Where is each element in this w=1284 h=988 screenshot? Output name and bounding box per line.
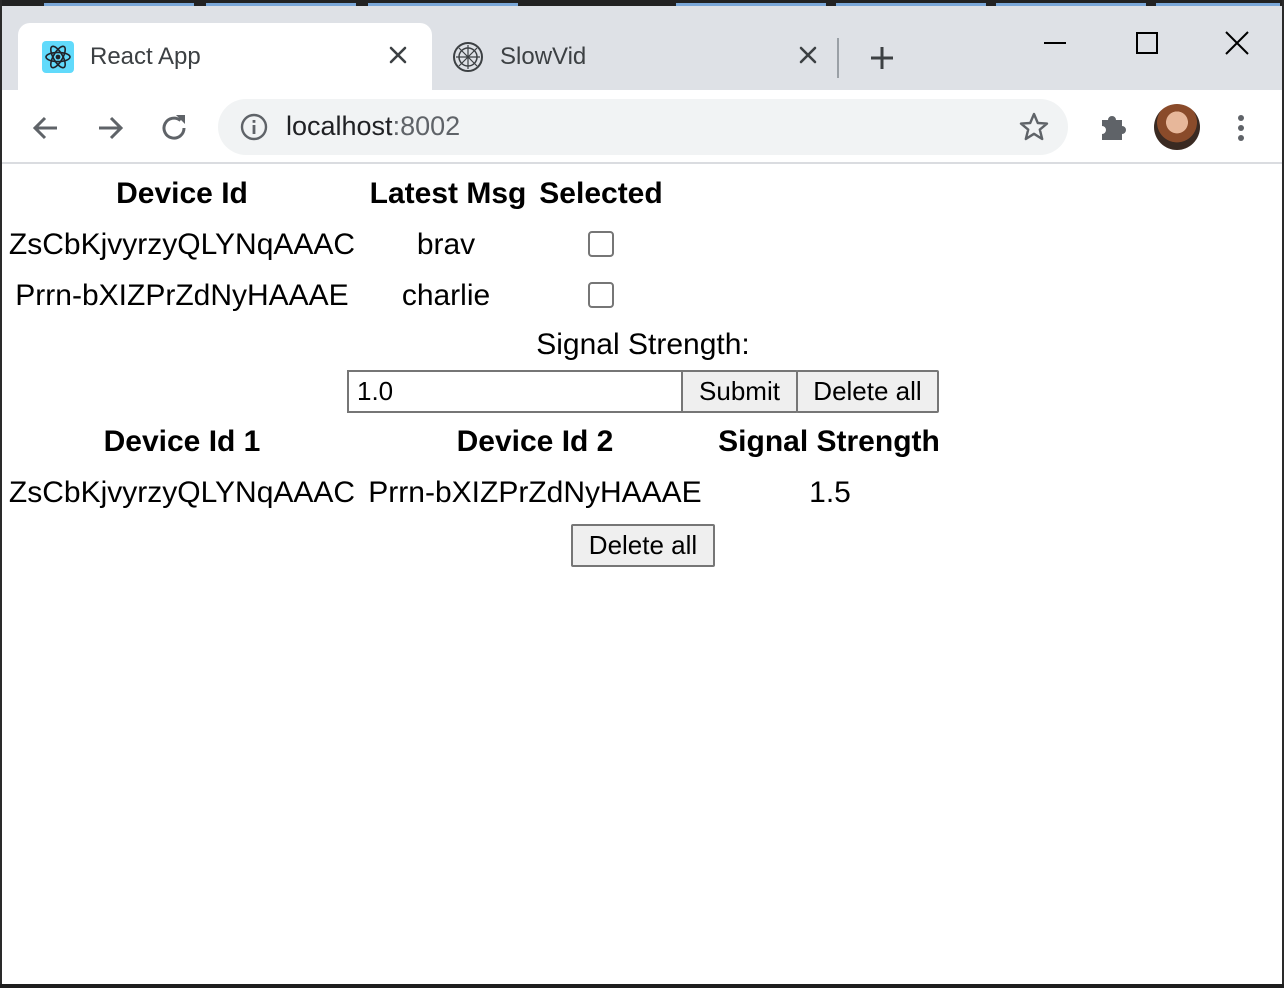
close-tab-icon[interactable] <box>384 41 412 69</box>
slowvid-icon <box>452 41 484 73</box>
header-signal-strength: Signal Strength <box>718 425 940 458</box>
browser-toolbar: localhost:8002 <box>2 90 1282 164</box>
tab-react-app[interactable]: React App <box>18 23 432 90</box>
latest-msg-cell: charlie <box>401 279 491 312</box>
profile-avatar[interactable] <box>1154 104 1200 150</box>
header-latest-msg: Latest Msg <box>369 177 527 210</box>
tab-title: SlowVid <box>500 43 587 70</box>
minimize-button[interactable] <box>1032 20 1078 66</box>
window-left-edge <box>0 0 2 988</box>
pair-device-id-2-cell: Prrn-bXIZPrZdNyHAAAE <box>368 476 702 509</box>
tab-separator <box>837 38 839 78</box>
close-tab-icon[interactable] <box>794 41 822 69</box>
bookmark-star-icon[interactable] <box>1018 111 1050 143</box>
tab-bar: React App SlowVid <box>2 6 1282 90</box>
desktop-bottom-strip <box>0 984 1284 988</box>
address-bar[interactable]: localhost:8002 <box>218 99 1068 155</box>
kebab-menu-icon[interactable] <box>1226 108 1256 148</box>
page-content: Device Id Latest Msg Selected ZsCbKjvyrz… <box>2 166 1282 984</box>
react-icon <box>42 41 74 73</box>
header-device-id-2: Device Id 2 <box>456 425 614 458</box>
forward-button[interactable] <box>90 108 130 148</box>
signal-strength-field[interactable] <box>349 372 681 411</box>
extensions-puzzle-icon[interactable] <box>1096 108 1132 144</box>
tab-slowvid[interactable]: SlowVid <box>432 23 842 90</box>
pair-device-id-1-cell: ZsCbKjvyrzyQLYNqAAAC <box>8 476 356 509</box>
latest-msg-cell: brav <box>416 228 476 261</box>
signal-strength-label: Signal Strength: <box>536 328 750 361</box>
url-text: localhost:8002 <box>286 111 461 141</box>
close-window-button[interactable] <box>1214 20 1260 66</box>
header-device-id-1: Device Id 1 <box>103 425 261 458</box>
pair-signal-strength-cell: 1.5 <box>809 476 851 509</box>
tab-title: React App <box>90 43 201 70</box>
delete-all-pairs-button[interactable]: Delete all <box>571 524 715 567</box>
signal-strength-input[interactable] <box>347 370 683 413</box>
submit-button[interactable]: Submit <box>681 370 798 413</box>
device-id-cell: ZsCbKjvyrzyQLYNqAAAC <box>8 228 356 261</box>
new-tab-button[interactable] <box>864 40 900 76</box>
back-button[interactable] <box>26 108 66 148</box>
info-icon[interactable] <box>240 113 268 141</box>
device-id-cell: Prrn-bXIZPrZdNyHAAAE <box>15 279 349 312</box>
delete-all-devices-button[interactable]: Delete all <box>796 370 939 413</box>
select-device-checkbox[interactable] <box>588 282 614 308</box>
select-device-checkbox[interactable] <box>588 231 614 257</box>
maximize-button[interactable] <box>1124 20 1170 66</box>
reload-button[interactable] <box>154 108 194 148</box>
header-selected: Selected <box>539 177 663 210</box>
header-device-id: Device Id <box>116 177 248 210</box>
